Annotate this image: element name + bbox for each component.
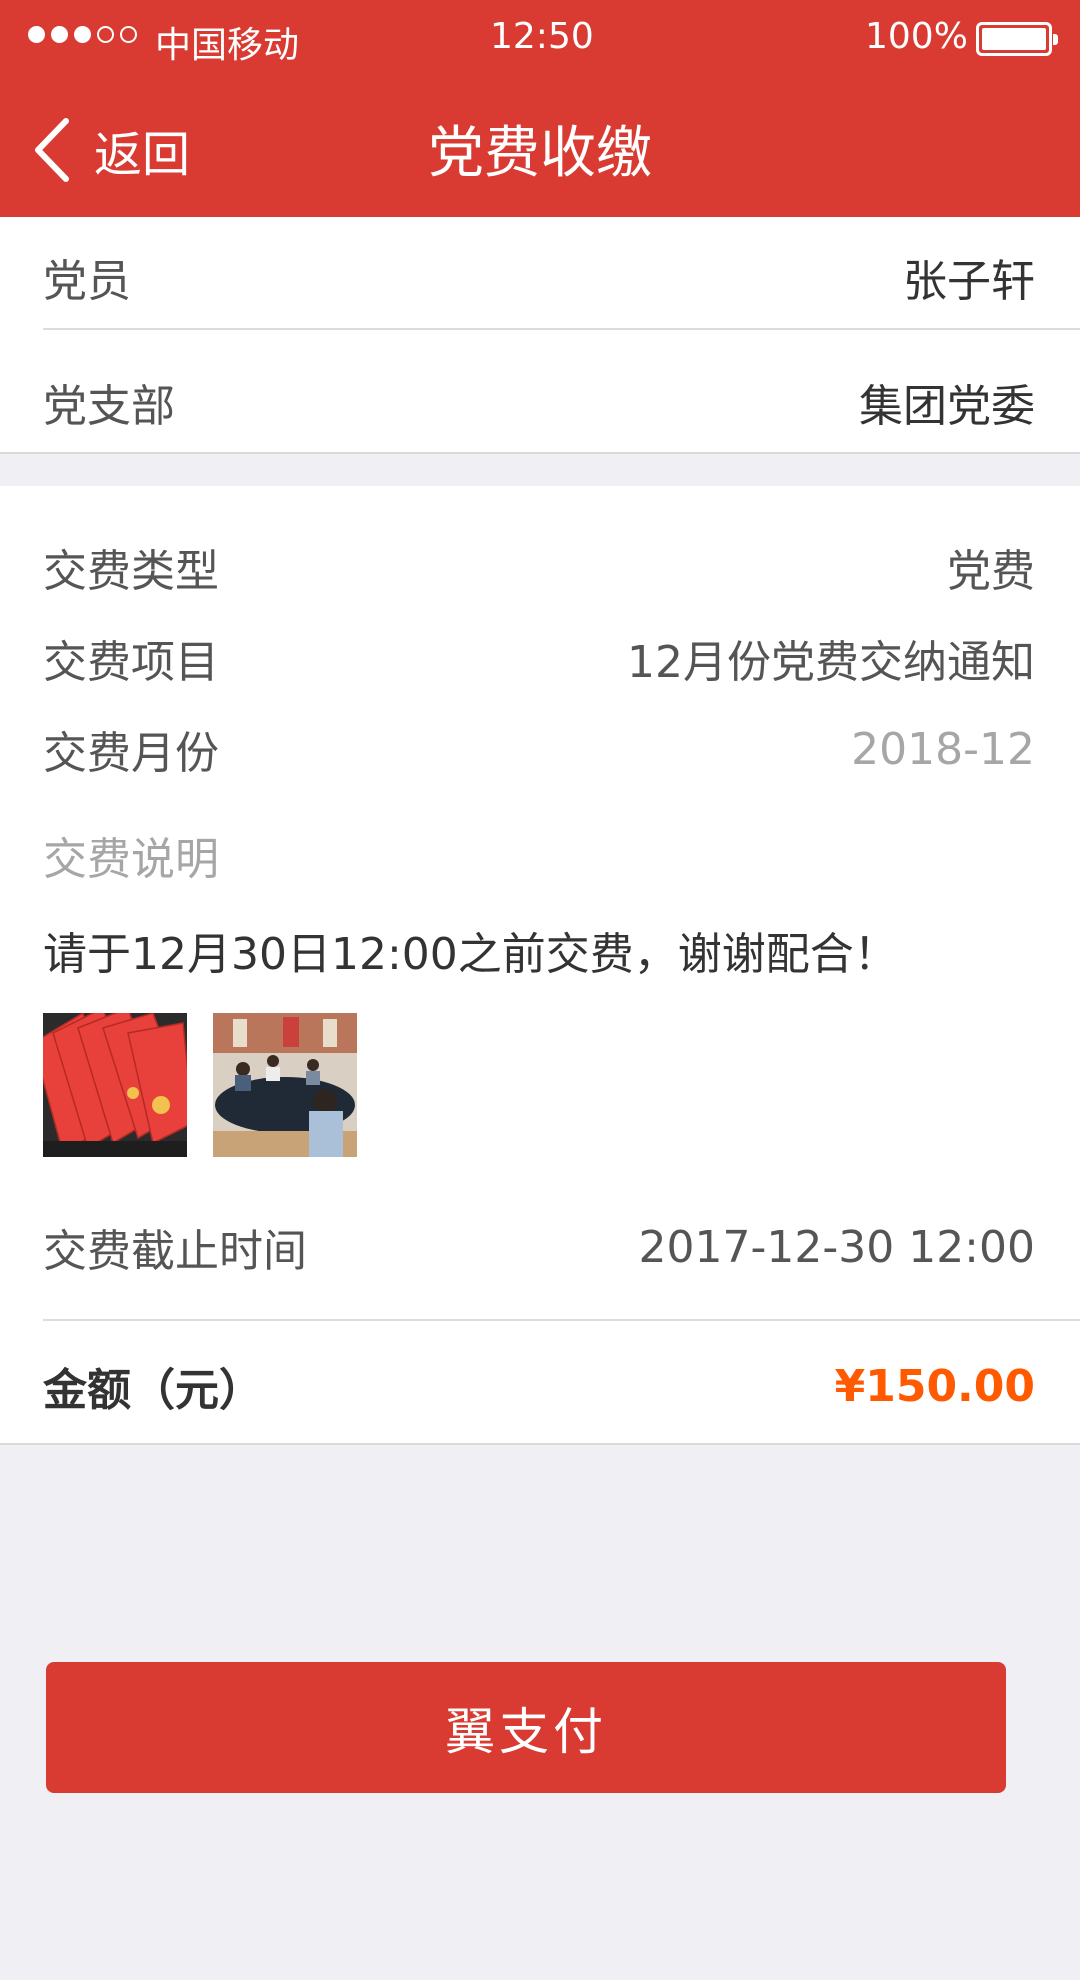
signal-strength-icon xyxy=(28,26,137,43)
divider xyxy=(43,1319,1080,1321)
fee-type-row: 交费类型 党费 xyxy=(43,535,1035,599)
branch-row: 党支部 集团党委 xyxy=(43,370,1035,434)
fee-type-value: 党费 xyxy=(947,546,1035,597)
amount-label: 金额（元） xyxy=(43,1365,263,1416)
party-membership-cards-photo[interactable] xyxy=(43,1013,187,1157)
status-bar: 中国移动 12:50 100% xyxy=(0,0,1080,80)
deadline-value: 2017-12-30 12:00 xyxy=(638,1221,1036,1273)
nav-header: 中国移动 12:50 100% 返回 党费收缴 xyxy=(0,0,1080,217)
meeting-room-photo[interactable] xyxy=(213,1013,357,1157)
fee-note-title: 交费说明 xyxy=(43,834,219,885)
member-info-card: 党员 张子轩 党支部 集团党委 xyxy=(0,217,1080,454)
battery-icon xyxy=(976,22,1058,56)
fee-details-card: 交费类型 党费 交费项目 12月份党费交纳通知 交费月份 2018-12 交费说… xyxy=(0,486,1080,1445)
fee-month-value: 2018-12 xyxy=(851,723,1035,775)
status-time: 12:50 xyxy=(490,16,594,57)
amount-row: 金额（元） ¥150.00 xyxy=(43,1354,1035,1418)
fee-note-text: 请于12月30日12:00之前交费，谢谢配合！ xyxy=(43,929,898,980)
fee-month-label: 交费月份 xyxy=(43,728,219,779)
fee-month-row: 交费月份 2018-12 xyxy=(43,717,1035,781)
member-row: 党员 张子轩 xyxy=(43,245,1035,309)
fee-type-label: 交费类型 xyxy=(43,546,219,597)
pay-button[interactable]: 翼支付 xyxy=(46,1662,1006,1793)
battery-percentage: 100% xyxy=(865,16,968,57)
page-title: 党费收缴 xyxy=(428,121,652,186)
amount-value: ¥150.00 xyxy=(834,1360,1035,1412)
deadline-label: 交费截止时间 xyxy=(43,1226,307,1277)
member-label: 党员 xyxy=(43,256,131,307)
deadline-row: 交费截止时间 2017-12-30 12:00 xyxy=(43,1215,1035,1279)
attachment-images xyxy=(43,1013,357,1157)
carrier-name: 中国移动 xyxy=(155,25,300,66)
fee-item-row: 交费项目 12月份党费交纳通知 xyxy=(43,626,1035,690)
branch-label: 党支部 xyxy=(43,381,175,432)
fee-item-label: 交费项目 xyxy=(43,637,219,688)
divider xyxy=(43,328,1080,330)
fee-item-value: 12月份党费交纳通知 xyxy=(627,637,1035,688)
member-value: 张子轩 xyxy=(903,256,1035,307)
branch-value: 集团党委 xyxy=(859,381,1035,432)
